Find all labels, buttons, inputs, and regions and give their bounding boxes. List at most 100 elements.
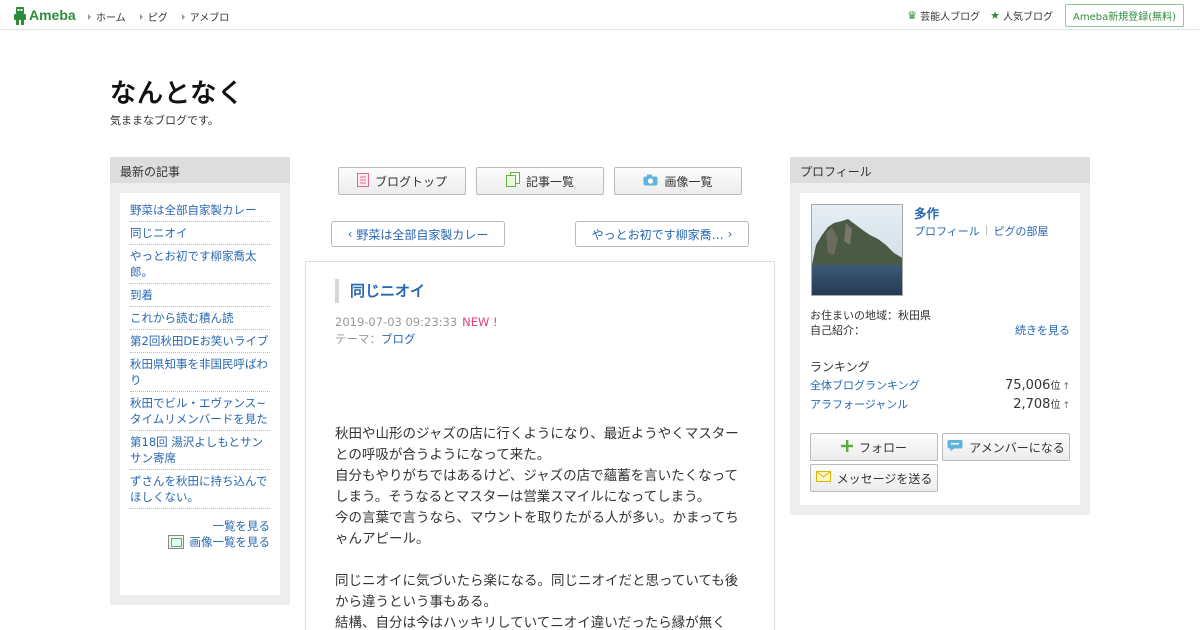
recent-articles-panel: 最新の記事 野菜は全部自家製カレー 同じニオイ やっとお初です柳家喬太郎。 到着… bbox=[110, 157, 290, 605]
ameba-man-icon bbox=[13, 6, 27, 25]
nav-item-pigg[interactable]: ピグ bbox=[139, 9, 168, 24]
ranking-number: 2,708 bbox=[1013, 397, 1051, 412]
envelope-icon bbox=[815, 471, 831, 485]
article-paragraph: 秋田や山形のジャズの店に行くようになり、最近ようやくマスターとの呼吸が合うように… bbox=[335, 426, 739, 463]
copy-icon bbox=[505, 172, 520, 190]
profile-photo[interactable] bbox=[811, 204, 903, 296]
recent-article-link[interactable]: 秋田でビル・エヴァンス~タイムリメンバードを見た bbox=[130, 392, 270, 431]
blog-title[interactable]: なんとなく bbox=[110, 73, 244, 110]
ranking-heading: ランキング bbox=[810, 360, 870, 374]
recent-article-link[interactable]: 第2回秋田DEお笑いライブ bbox=[130, 330, 270, 353]
article-paragraph: 今の言葉で言うなら、マウントを取りたがる人が多い。かまってちゃんアピール。 bbox=[335, 510, 739, 547]
profile-intro-label: 自己紹介： bbox=[810, 324, 865, 337]
ranking-row: アラフォージャンル 2,708位 ↑ bbox=[810, 396, 1070, 412]
profile-name[interactable]: 多作 bbox=[914, 203, 939, 222]
recent-articles-list: 野菜は全部自家製カレー 同じニオイ やっとお初です柳家喬太郎。 到着 これから読… bbox=[130, 199, 270, 509]
profile-link[interactable]: プロフィール bbox=[914, 223, 980, 239]
article-list-label: 記事一覧 bbox=[525, 174, 574, 189]
send-message-button[interactable]: メッセージを送る bbox=[810, 464, 938, 492]
blog-top-label: ブログトップ bbox=[374, 174, 447, 189]
theme-prefix: テーマ： bbox=[335, 332, 381, 346]
nav-item-label: ホーム bbox=[96, 13, 126, 24]
next-article-label: やっとお初です柳家喬… bbox=[591, 227, 724, 242]
recent-article-link[interactable]: ずさんを秋田に持ち込んでほしくない。 bbox=[130, 470, 270, 509]
ranking-name[interactable]: 全体ブログランキング bbox=[810, 377, 920, 393]
see-images-label: 画像一覧を見る bbox=[189, 535, 271, 549]
article-datetime: 2019-07-03 09:23:33 NEW ! bbox=[335, 315, 498, 329]
amember-label: アメンバーになる bbox=[969, 440, 1065, 455]
triangle-right-icon bbox=[181, 13, 185, 20]
intro-more-link[interactable]: 続きを見る bbox=[1015, 322, 1070, 338]
profile-box: 多作 プロフィール | ピグの部屋 お住まいの地域：秋田県 自己紹介： 続きを見… bbox=[800, 193, 1080, 505]
recent-articles-box: 野菜は全部自家製カレー 同じニオイ やっとお初です柳家喬太郎。 到着 これから読… bbox=[120, 193, 280, 595]
amember-button[interactable]: アメンバーになる bbox=[942, 433, 1070, 461]
profile-links: プロフィール | ピグの部屋 bbox=[914, 223, 1049, 239]
article-paragraph: 自分もやりがちではあるけど、ジャズの店で蘊蓄を言いたくなってしまう。そうなるとマ… bbox=[335, 468, 738, 505]
article-theme: テーマ：ブログ bbox=[335, 331, 416, 347]
image-list-icon bbox=[167, 535, 184, 549]
speech-bubble-icon bbox=[947, 439, 963, 455]
nav-item-label: ピグ bbox=[147, 13, 168, 24]
global-header: Ameba ホーム ピグ アメブロ ♛ 芸能人ブログ ★ 人気ブログ Ameba新規… bbox=[0, 0, 1200, 30]
image-list-button[interactable]: 画像一覧 bbox=[614, 167, 742, 195]
send-message-label: メッセージを送る bbox=[836, 471, 933, 486]
see-images-link[interactable]: 画像一覧を見る bbox=[130, 534, 270, 550]
article-list-button[interactable]: 記事一覧 bbox=[476, 167, 604, 195]
nav-item-home[interactable]: ホーム bbox=[88, 9, 126, 24]
crown-icon: ♛ bbox=[907, 8, 918, 22]
ranking-name[interactable]: アラフォージャンル bbox=[810, 396, 908, 412]
blog-top-button[interactable]: ブログトップ bbox=[338, 167, 466, 195]
recent-article-link[interactable]: 野菜は全部自家製カレー bbox=[130, 199, 270, 222]
article-body: 秋田や山形のジャズの店に行くようになり、最近ようやくマスターとの呼吸が合うように… bbox=[335, 424, 747, 630]
profile-heading: プロフィール bbox=[790, 157, 1090, 183]
chevron-right-icon: › bbox=[727, 227, 733, 241]
see-all-link[interactable]: 一覧を見る bbox=[130, 518, 271, 534]
chevron-left-icon: ‹ bbox=[347, 227, 353, 241]
link-label: 芸能人ブログ bbox=[920, 11, 981, 23]
article-paragraph: 同じニオイに気づいたら楽になる。同じニオイだと思っていても後から違うという事もあ… bbox=[335, 573, 739, 610]
recent-article-link[interactable]: これから読む積ん読 bbox=[130, 307, 270, 330]
ranking-number: 75,006 bbox=[1004, 378, 1051, 393]
prev-article-button[interactable]: ‹ 野菜は全部自家製カレー bbox=[331, 221, 505, 247]
article-paragraph: 結構、自分は今はハッキリしていてニオイ違いだったら縁が無く bbox=[335, 615, 726, 630]
celebrity-blog-link[interactable]: ♛ 芸能人ブログ bbox=[907, 8, 980, 23]
recent-article-link[interactable]: 第18回 湯沢よしもとサンサン寄席 bbox=[130, 431, 270, 470]
next-article-button[interactable]: やっとお初です柳家喬… › bbox=[575, 221, 749, 247]
global-header-right: ♛ 芸能人ブログ ★ 人気ブログ Ameba新規登録(無料) bbox=[907, 0, 1200, 30]
recent-article-link[interactable]: 同じニオイ bbox=[130, 222, 270, 245]
image-list-label: 画像一覧 bbox=[664, 174, 713, 189]
star-icon: ★ bbox=[990, 8, 1000, 22]
nav-item-ameblo[interactable]: アメブロ bbox=[181, 9, 229, 24]
profile-panel: プロフィール 多作 プロフィール | ピグの部屋 お住まいの地域：秋田県 自己紹… bbox=[790, 157, 1090, 515]
arrow-up-icon: ↑ bbox=[1062, 382, 1070, 392]
camera-icon bbox=[643, 174, 658, 189]
ranking-unit: 位 bbox=[1050, 400, 1061, 411]
recent-article-link[interactable]: やっとお初です柳家喬太郎。 bbox=[130, 245, 270, 284]
article-title[interactable]: 同じニオイ bbox=[335, 279, 425, 303]
ranking-unit: 位 bbox=[1050, 381, 1061, 392]
popular-blog-link[interactable]: ★ 人気ブログ bbox=[990, 8, 1053, 23]
pigg-room-link[interactable]: ピグの部屋 bbox=[994, 223, 1049, 239]
follow-button[interactable]: フォロー bbox=[810, 433, 938, 461]
arrow-up-icon: ↑ bbox=[1062, 401, 1070, 411]
theme-link[interactable]: ブログ bbox=[381, 332, 416, 346]
register-button[interactable]: Ameba新規登録(無料) bbox=[1064, 3, 1184, 27]
follow-label: フォロー bbox=[858, 440, 907, 455]
article-panel: 同じニオイ 2019-07-03 09:23:33 NEW ! テーマ：ブログ 秋… bbox=[305, 261, 775, 630]
ranking-value: 2,708位 ↑ bbox=[1013, 396, 1070, 412]
article-datetime-text: 2019-07-03 09:23:33 bbox=[335, 315, 458, 329]
recent-article-link[interactable]: 秋田県知事を非国民呼ばわり bbox=[130, 353, 270, 392]
separator: | bbox=[984, 223, 989, 236]
triangle-right-icon bbox=[88, 13, 91, 20]
ranking-row: 全体ブログランキング 75,006位 ↑ bbox=[810, 377, 1070, 393]
ameba-logo[interactable]: Ameba bbox=[13, 5, 76, 25]
recent-article-link[interactable]: 到着 bbox=[130, 284, 270, 307]
logo-text: Ameba bbox=[29, 7, 76, 23]
profile-region: お住まいの地域：秋田県 bbox=[810, 309, 931, 322]
link-label: 人気ブログ bbox=[1002, 11, 1053, 23]
prev-article-label: 野菜は全部自家製カレー bbox=[356, 227, 489, 242]
triangle-right-icon bbox=[139, 13, 143, 20]
global-nav: ホーム ピグ アメブロ bbox=[88, 9, 243, 24]
blog-description: 気ままなブログです。 bbox=[110, 114, 219, 127]
